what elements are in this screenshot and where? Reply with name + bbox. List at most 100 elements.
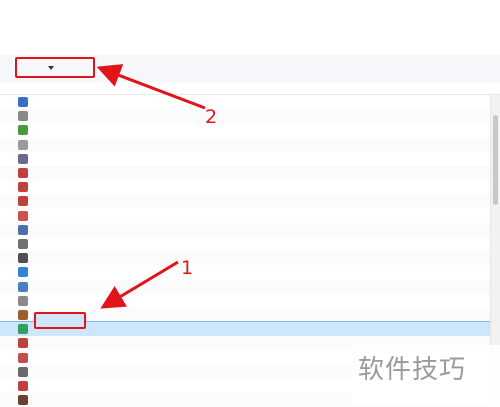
program-name [32, 395, 257, 405]
program-icon [18, 196, 28, 207]
program-name [32, 196, 257, 206]
watermark: 软件技巧 [352, 345, 500, 405]
chevron-down-icon[interactable] [48, 66, 54, 70]
program-install-date [418, 211, 478, 221]
program-row[interactable] [0, 180, 490, 194]
page-title [36, 9, 196, 21]
program-row[interactable] [0, 166, 490, 180]
program-publisher [268, 324, 408, 334]
program-install-date [418, 97, 478, 107]
program-install-date [418, 111, 478, 121]
program-row[interactable] [0, 265, 490, 279]
program-name [32, 140, 257, 150]
program-row[interactable] [0, 194, 490, 209]
program-row[interactable] [0, 95, 490, 109]
program-name [32, 225, 257, 235]
watermark-text: 软件技巧 [358, 355, 467, 385]
uninstall-button[interactable] [63, 61, 89, 75]
program-name [32, 338, 257, 348]
program-icon [18, 153, 28, 164]
program-icon [18, 111, 28, 122]
program-install-date [418, 225, 478, 235]
program-icon [18, 210, 28, 221]
column-publisher[interactable] [268, 83, 368, 93]
program-install-date [418, 182, 478, 192]
program-name [32, 267, 257, 277]
program-name [32, 367, 257, 377]
program-publisher [268, 196, 408, 206]
program-install-date [418, 267, 478, 277]
column-header [0, 82, 500, 95]
program-icon [18, 182, 28, 193]
selected-program-highlight[interactable] [34, 312, 86, 329]
program-install-date [418, 239, 478, 249]
program-install-date [418, 296, 478, 306]
program-name [32, 211, 257, 221]
program-name [32, 111, 257, 121]
program-name [32, 296, 257, 306]
program-publisher [268, 111, 408, 121]
program-name [32, 253, 257, 263]
program-name [32, 97, 257, 107]
program-install-date [418, 196, 478, 206]
column-installed-on[interactable] [418, 83, 468, 93]
program-publisher [268, 239, 408, 249]
program-publisher [268, 296, 408, 306]
program-row[interactable] [0, 251, 490, 266]
scrollbar-thumb[interactable] [493, 115, 498, 205]
program-row[interactable] [0, 237, 490, 251]
program-publisher [268, 310, 408, 320]
program-publisher [268, 211, 408, 221]
program-install-date [418, 154, 478, 164]
program-row[interactable] [0, 209, 490, 223]
annotation-marker-1: 1 [180, 257, 194, 279]
program-install-date [418, 324, 478, 334]
program-publisher [268, 140, 408, 150]
page-description [36, 34, 456, 46]
program-publisher [268, 267, 408, 277]
column-name[interactable] [18, 83, 138, 93]
program-icon [18, 366, 28, 377]
program-row[interactable] [0, 123, 490, 137]
program-icon [18, 324, 28, 335]
program-name [32, 239, 257, 249]
program-publisher [268, 182, 408, 192]
program-publisher [268, 125, 408, 135]
program-publisher [268, 97, 408, 107]
program-icon [18, 239, 28, 249]
program-row[interactable] [0, 137, 490, 152]
program-icon [18, 267, 28, 278]
program-install-date [418, 140, 478, 150]
program-install-date [418, 125, 478, 135]
program-icon [18, 168, 28, 178]
program-name [32, 353, 257, 363]
program-icon [18, 125, 28, 136]
program-icon [18, 253, 28, 264]
organize-button[interactable] [24, 61, 50, 75]
program-publisher [268, 154, 408, 164]
program-icon [18, 310, 28, 320]
program-publisher [268, 282, 408, 292]
program-install-date [418, 282, 478, 292]
program-name [32, 381, 257, 391]
program-row[interactable] [0, 279, 490, 294]
program-icon [18, 97, 28, 107]
annotation-marker-2: 2 [204, 106, 218, 128]
program-publisher [268, 168, 408, 178]
program-publisher [268, 225, 408, 235]
program-icon [18, 381, 28, 391]
program-icon [18, 281, 28, 292]
program-row[interactable] [0, 222, 490, 237]
program-install-date [418, 310, 478, 320]
program-icon [18, 295, 28, 306]
program-name [32, 182, 257, 192]
program-row[interactable] [0, 294, 490, 308]
program-icon [18, 224, 28, 235]
program-icon [18, 352, 28, 363]
program-row[interactable] [0, 152, 490, 166]
program-name [32, 154, 257, 164]
program-name [32, 168, 257, 178]
selected-program-label [40, 316, 84, 327]
program-install-date [418, 253, 478, 263]
program-row[interactable] [0, 109, 490, 124]
